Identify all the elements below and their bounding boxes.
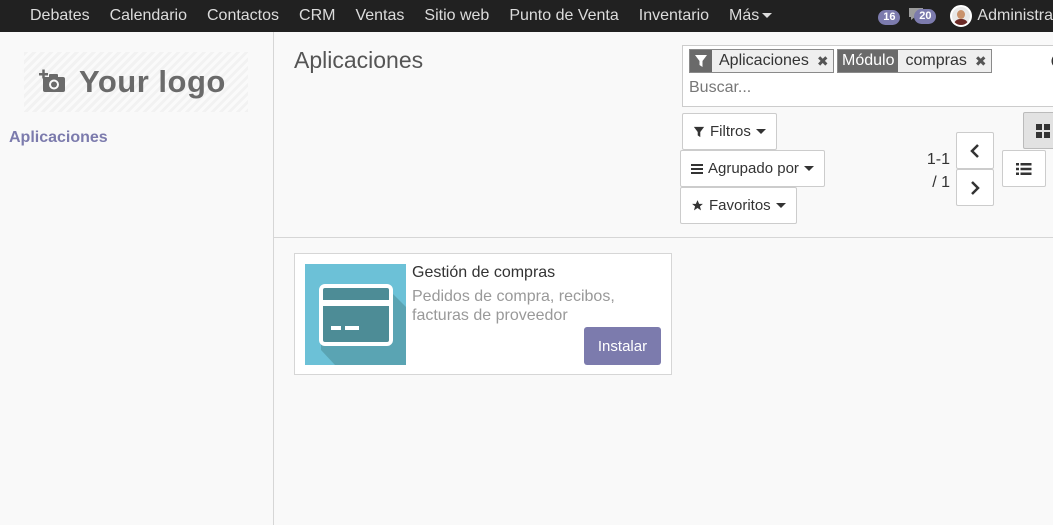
star-icon xyxy=(692,200,703,211)
menu-item-calendario[interactable]: Calendario xyxy=(100,0,197,32)
app-name: Gestión de compras xyxy=(412,264,556,281)
sidebar-item-aplicaciones[interactable]: Aplicaciones xyxy=(9,129,108,147)
search-input[interactable] xyxy=(689,79,1039,97)
facet-value: Aplicaciones ✖ xyxy=(712,50,833,72)
top-navbar: Debates Calendario Contactos CRM Ventas … xyxy=(0,0,1053,32)
menu-item-punto-de-venta[interactable]: Punto de Venta xyxy=(499,0,628,32)
menu-item-debates[interactable]: Debates xyxy=(0,0,100,32)
sidebar: Your logo Aplicaciones xyxy=(0,32,274,525)
groupby-label: Agrupado por xyxy=(708,160,799,177)
user-menu-name[interactable]: Administra xyxy=(977,7,1053,25)
groupby-button[interactable]: Agrupado por xyxy=(680,150,825,187)
purchase-app-icon xyxy=(305,264,406,365)
filters-button[interactable]: Filtros xyxy=(682,113,777,150)
search-facet-modulo: Módulo compras ✖ xyxy=(837,49,992,73)
chevron-down-icon xyxy=(762,13,773,19)
remove-facet-icon[interactable]: ✖ xyxy=(975,53,987,70)
pager-next-button[interactable] xyxy=(956,169,994,206)
th-large-icon xyxy=(1036,123,1050,138)
menu-item-mas[interactable]: Más xyxy=(719,0,782,32)
facet-label: Módulo xyxy=(838,50,899,72)
app-menu: Debates Calendario Contactos CRM Ventas … xyxy=(0,0,782,32)
install-button[interactable]: Instalar xyxy=(584,327,661,365)
menu-item-sitio-web[interactable]: Sitio web xyxy=(414,0,499,32)
page-title: Aplicaciones xyxy=(294,47,424,73)
filter-icon xyxy=(693,126,705,137)
kanban-view-button[interactable] xyxy=(1023,112,1053,149)
control-panel: Aplicaciones Aplicaciones ✖ Módulo compr… xyxy=(274,32,1053,238)
messages-button[interactable]: 20 xyxy=(909,7,937,24)
list-view-button[interactable] xyxy=(1002,150,1046,187)
menu-item-crm[interactable]: CRM xyxy=(289,0,345,32)
search-facet-aplicaciones: Aplicaciones ✖ xyxy=(689,49,834,73)
chevron-down-icon xyxy=(775,203,786,208)
remove-facet-icon[interactable]: ✖ xyxy=(817,53,829,70)
systray: 16 20 Administra xyxy=(878,0,1053,32)
filters-label: Filtros xyxy=(710,123,751,140)
facet-value-text: Aplicaciones xyxy=(719,52,809,69)
search-box[interactable]: Aplicaciones ✖ Módulo compras ✖ xyxy=(682,45,1053,107)
chevron-left-icon xyxy=(970,143,979,158)
facet-label xyxy=(690,50,712,72)
pager-previous-button[interactable] xyxy=(956,132,994,169)
menu-item-contactos[interactable]: Contactos xyxy=(197,0,289,32)
facet-value: compras ✖ xyxy=(898,50,991,72)
bars-icon xyxy=(691,163,703,174)
pager-total: / 1 xyxy=(932,174,950,191)
facet-value-text: compras xyxy=(905,52,967,69)
notifications-button[interactable]: 16 xyxy=(878,7,901,25)
filter-icon xyxy=(695,55,707,67)
menu-item-inventario[interactable]: Inventario xyxy=(629,0,719,32)
company-logo[interactable]: Your logo xyxy=(24,52,248,112)
favorites-button[interactable]: Favoritos xyxy=(680,187,797,224)
chevron-down-icon xyxy=(803,166,814,171)
app-summary: Pedidos de compra, recibos, facturas de … xyxy=(412,288,615,324)
menu-item-ventas[interactable]: Ventas xyxy=(345,0,414,32)
avatar[interactable] xyxy=(950,5,973,27)
list-icon xyxy=(1016,162,1032,175)
notifications-badge: 16 xyxy=(878,10,901,25)
chevron-down-icon xyxy=(755,129,766,134)
logo-text: Your logo xyxy=(79,64,226,99)
app-card[interactable]: Gestión de compras Pedidos de compra, re… xyxy=(294,253,672,375)
pager-range: 1-1 xyxy=(926,151,950,168)
menu-item-mas-label: Más xyxy=(729,7,760,24)
chevron-right-icon xyxy=(971,180,980,195)
pager-value[interactable]: 1-1 / 1 xyxy=(920,148,950,194)
favorites-label: Favoritos xyxy=(709,197,771,214)
messages-badge: 20 xyxy=(914,8,937,24)
add-photo-icon xyxy=(39,69,65,92)
